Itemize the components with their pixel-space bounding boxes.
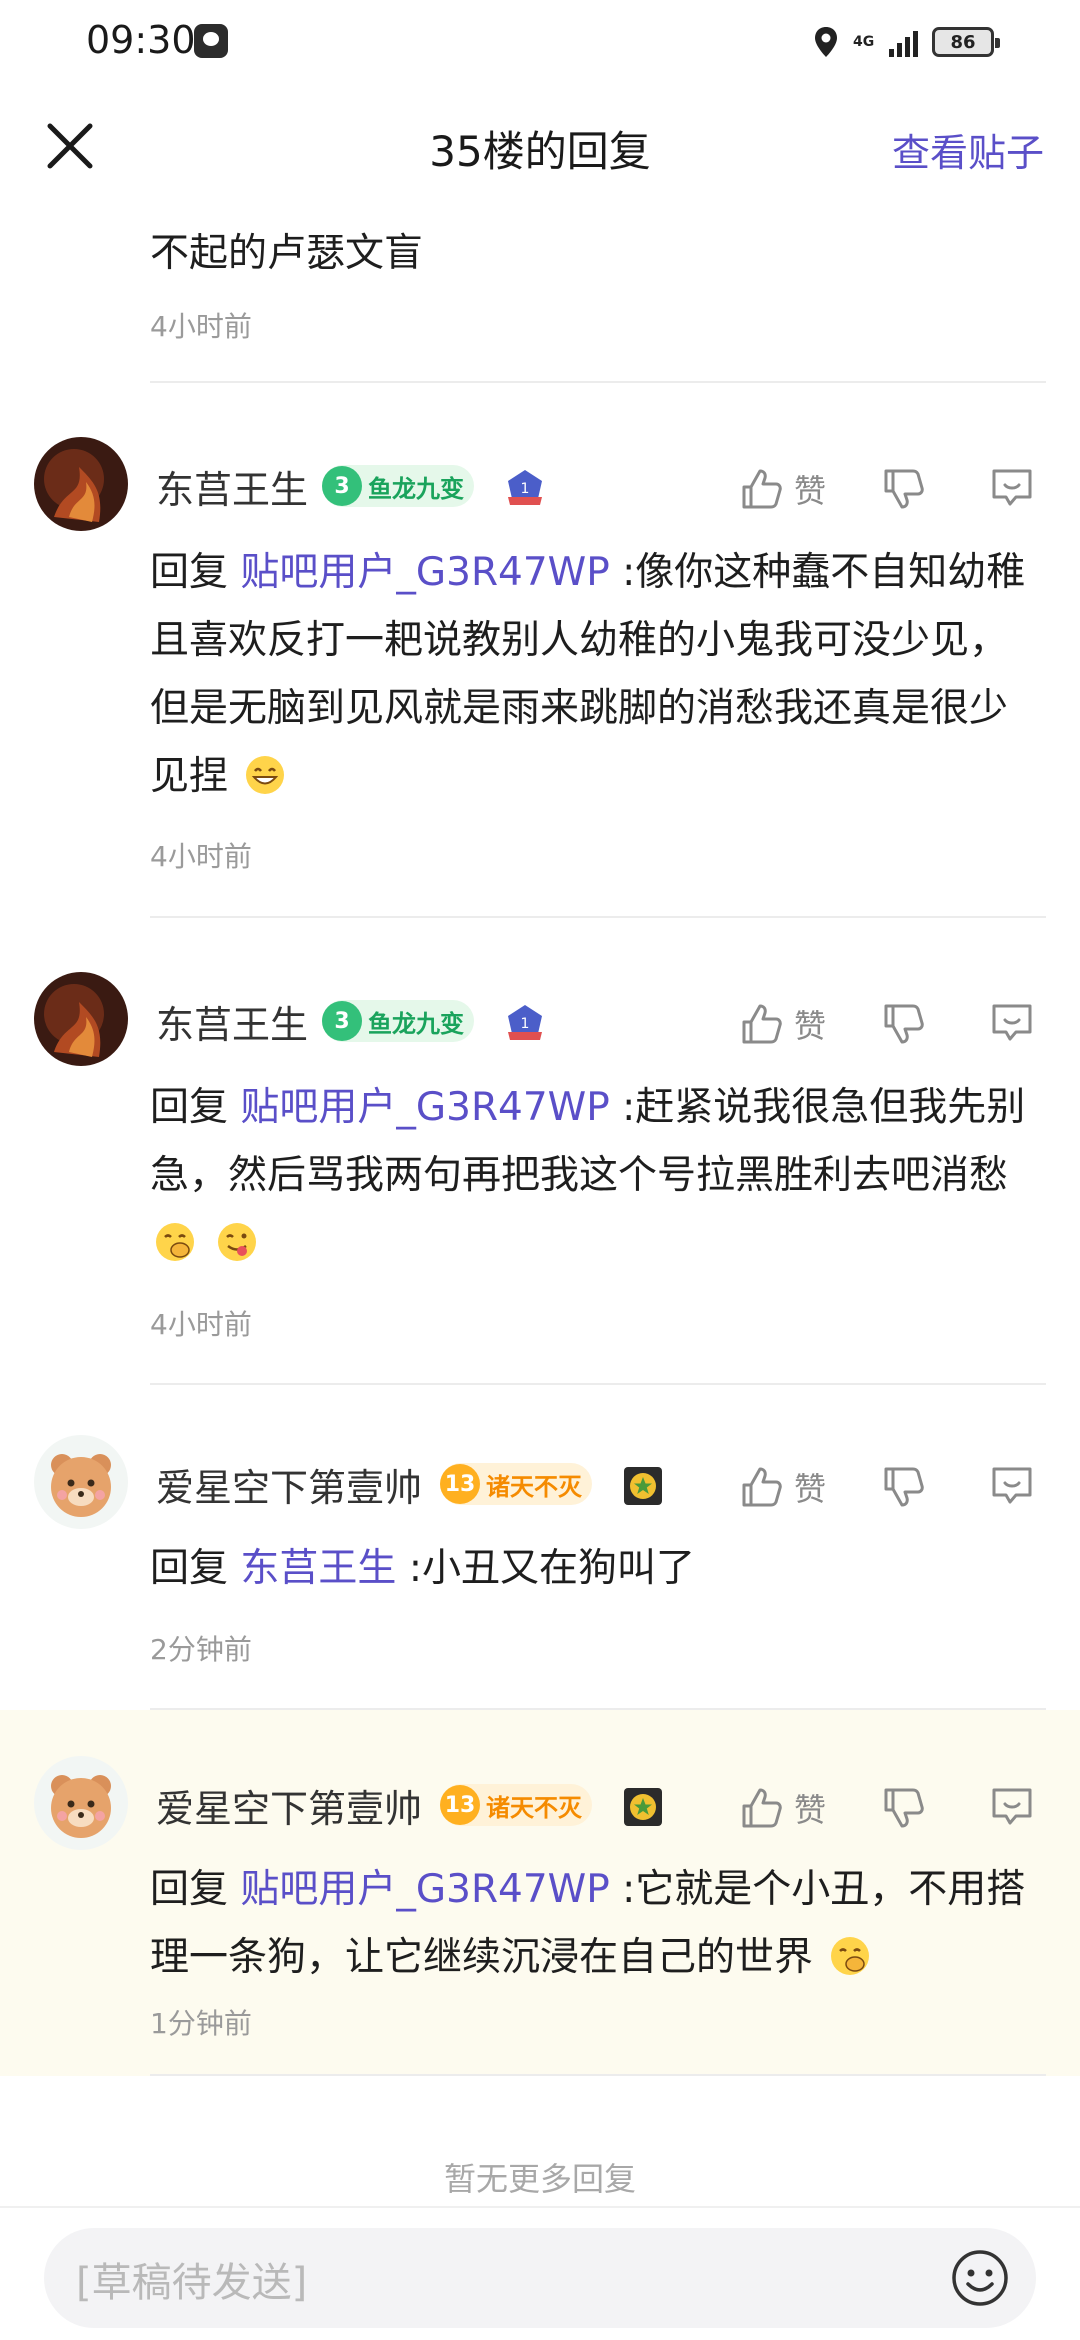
username[interactable]: 东莒王生 xyxy=(156,994,308,1049)
avatar[interactable] xyxy=(34,972,128,1066)
level-badge: 13 诸天不灭 xyxy=(440,1463,592,1505)
list-item: 不起的卢瑟文盲 4小时前 xyxy=(0,210,1080,383)
reply-input-placeholder: [草稿待发送] xyxy=(76,2260,308,2306)
network-type: 4G xyxy=(853,34,875,50)
thumbs-down-icon[interactable] xyxy=(880,1000,928,1048)
comment-time: 4小时前 xyxy=(150,310,252,343)
comment-body: :小丑又在狗叫了 xyxy=(396,1546,695,1591)
thumbs-up-icon xyxy=(742,1788,782,1828)
view-post-link[interactable]: 查看贴子 xyxy=(892,122,1044,177)
like-button[interactable]: 赞 xyxy=(738,994,826,1054)
list-item: 东莒王生 3 鱼龙九变 1 赞 回复 贴吧用户_G3R47WP :像你这种蠢不自… xyxy=(0,383,1080,918)
list-item-highlighted: 爱星空下第壹帅 13 诸天不灭 赞 回复 贴吧用户_G3R47WP :它就是个小… xyxy=(0,1710,1080,2076)
reply-prefix: 回复 xyxy=(150,1546,229,1591)
giggle-emoji-icon xyxy=(156,1223,194,1261)
like-label: 赞 xyxy=(794,1791,827,1829)
battery-level: 86 xyxy=(950,31,976,53)
mention-link[interactable]: 贴吧用户_G3R47WP xyxy=(240,550,609,595)
thumbs-down-icon[interactable] xyxy=(880,465,928,513)
badge-title: 诸天不灭 xyxy=(486,1472,582,1501)
grin-emoji-icon xyxy=(246,756,285,794)
badge-level: 3 xyxy=(322,1001,362,1041)
emoji-icon[interactable] xyxy=(950,2248,1010,2308)
avatar-bear-image xyxy=(34,1435,128,1529)
avatar-fire-image xyxy=(34,972,128,1066)
baidu-app-icon xyxy=(194,24,228,58)
mention-link[interactable]: 贴吧用户_G3R47WP xyxy=(240,1867,609,1912)
comment-text: 回复 贴吧用户_G3R47WP :像你这种蠢不自知幼稚且喜欢反打一耙说教别人幼稚… xyxy=(150,539,1040,811)
mention-link[interactable]: 贴吧用户_G3R47WP xyxy=(240,1085,609,1130)
reply-prefix: 回复 xyxy=(150,550,229,595)
badge-level: 13 xyxy=(440,1464,480,1504)
rank-medal-icon: 1 xyxy=(508,1005,542,1040)
thumbs-down-icon[interactable] xyxy=(880,1784,928,1832)
thumbs-up-icon xyxy=(742,1467,782,1507)
like-button[interactable]: 赞 xyxy=(738,1457,826,1517)
comment-icon[interactable] xyxy=(988,1782,1036,1830)
thumbs-down-icon[interactable] xyxy=(880,1463,928,1511)
thumbs-up-icon xyxy=(742,1004,782,1044)
battery-icon: 86 xyxy=(932,27,1000,57)
close-icon[interactable] xyxy=(40,116,100,176)
like-label: 赞 xyxy=(794,472,827,510)
username[interactable]: 爱星空下第壹帅 xyxy=(156,1457,422,1512)
giggle-emoji-icon xyxy=(831,1937,870,1975)
badge-title: 鱼龙九变 xyxy=(368,1009,464,1038)
divider xyxy=(0,2206,1080,2208)
title-bar: 35楼的回复 查看贴子 xyxy=(0,96,1080,200)
rank-medal-icon: 1 xyxy=(508,470,542,505)
reply-input[interactable]: [草稿待发送] xyxy=(44,2228,1036,2328)
location-icon xyxy=(815,27,837,57)
like-label: 赞 xyxy=(794,1470,827,1508)
list-item: 东莒王生 3 鱼龙九变 1 赞 回复 贴吧用户_G3R47WP :赶紧说我很急但… xyxy=(0,918,1080,1385)
star-medal-icon xyxy=(624,1788,662,1826)
comment-time: 2分钟前 xyxy=(150,1633,252,1666)
like-label: 赞 xyxy=(794,1007,827,1045)
avatar[interactable] xyxy=(34,1435,128,1529)
comment-text: 回复 贴吧用户_G3R47WP :它就是个小丑，不用搭理一条狗，让它继续沉浸在自… xyxy=(150,1856,1040,1992)
reply-prefix: 回复 xyxy=(150,1085,229,1130)
signal-icon xyxy=(889,27,918,57)
comment-text: 不起的卢瑟文盲 xyxy=(150,231,424,276)
svg-text:1: 1 xyxy=(521,481,530,497)
avatar-bear-image xyxy=(34,1756,128,1850)
level-badge: 13 诸天不灭 xyxy=(440,1784,592,1826)
comment-icon[interactable] xyxy=(988,998,1036,1046)
comment-time: 1分钟前 xyxy=(150,2007,252,2040)
list-item: 爱星空下第壹帅 13 诸天不灭 赞 回复 东莒王生 :小丑又在狗叫了 2分钟前 xyxy=(0,1385,1080,1710)
status-indicators: 4G 86 xyxy=(813,20,1000,64)
tongue-emoji-icon xyxy=(218,1223,257,1261)
username[interactable]: 东莒王生 xyxy=(156,459,308,514)
divider xyxy=(150,2074,1046,2076)
level-badge: 3 鱼龙九变 xyxy=(322,1000,474,1042)
comment-icon[interactable] xyxy=(988,463,1036,511)
thumbs-up-icon xyxy=(742,469,782,509)
no-more-replies: 暂无更多回复 xyxy=(443,2160,636,2198)
like-button[interactable]: 赞 xyxy=(738,459,826,519)
avatar[interactable] xyxy=(34,1756,128,1850)
svg-text:1: 1 xyxy=(521,1016,530,1032)
status-time: 09:30 xyxy=(86,18,196,62)
level-badge: 3 鱼龙九变 xyxy=(322,465,474,507)
reply-list: 不起的卢瑟文盲 4小时前 东莒王生 3 鱼龙九变 1 赞 回复 贴吧用户_G3R… xyxy=(0,210,1080,2078)
mention-link[interactable]: 东莒王生 xyxy=(240,1546,396,1591)
avatar-fire-image xyxy=(34,437,128,531)
username[interactable]: 爱星空下第壹帅 xyxy=(156,1778,422,1833)
like-button[interactable]: 赞 xyxy=(738,1778,826,1838)
badge-title: 鱼龙九变 xyxy=(368,474,464,503)
status-bar: 09:30 4G 86 xyxy=(0,0,1080,84)
comment-time: 4小时前 xyxy=(150,1308,252,1341)
badge-title: 诸天不灭 xyxy=(486,1793,582,1822)
comment-text: 回复 贴吧用户_G3R47WP :赶紧说我很急但我先别急，然后骂我两句再把我这个… xyxy=(150,1074,1040,1278)
badge-level: 13 xyxy=(440,1785,480,1825)
comment-time: 4小时前 xyxy=(150,840,252,873)
avatar[interactable] xyxy=(34,437,128,531)
reply-prefix: 回复 xyxy=(150,1867,229,1912)
comment-text: 回复 东莒王生 :小丑又在狗叫了 xyxy=(150,1535,1040,1603)
comment-icon[interactable] xyxy=(988,1461,1036,1509)
badge-level: 3 xyxy=(322,466,362,506)
star-medal-icon xyxy=(624,1467,662,1505)
